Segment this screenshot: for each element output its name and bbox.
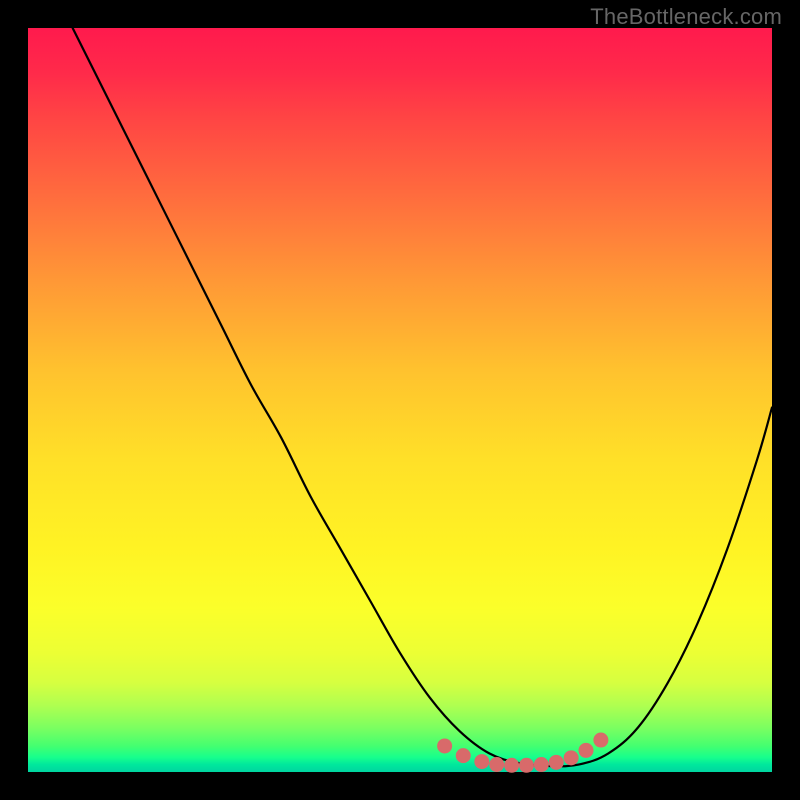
curve-marker	[474, 754, 489, 769]
curve-marker	[534, 757, 549, 772]
watermark-text: TheBottleneck.com	[590, 4, 782, 30]
curve-marker	[564, 750, 579, 765]
bottleneck-curve	[73, 28, 772, 766]
curve-markers	[437, 733, 608, 773]
curve-marker	[437, 738, 452, 753]
chart-frame: TheBottleneck.com	[0, 0, 800, 800]
curve-marker	[489, 757, 504, 772]
curve-marker	[549, 755, 564, 770]
curve-marker	[593, 733, 608, 748]
curve-marker	[579, 743, 594, 758]
curve-marker	[519, 758, 534, 773]
curve-marker	[456, 748, 471, 763]
chart-svg	[28, 28, 772, 772]
curve-marker	[504, 758, 519, 773]
